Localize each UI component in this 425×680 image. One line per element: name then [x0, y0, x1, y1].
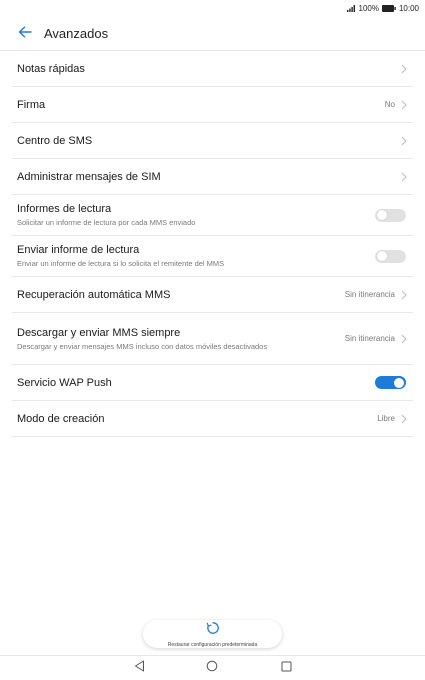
navigation-bar: [0, 655, 425, 680]
setting-title: Modo de creación: [17, 412, 105, 425]
setting-enviar-informe[interactable]: Enviar informe de lectura Enviar un info…: [12, 236, 413, 277]
battery-percent: 100%: [358, 4, 379, 13]
setting-value: Libre: [377, 414, 395, 423]
status-bar: 100% 10:00: [0, 0, 425, 17]
setting-title: Descargar y enviar MMS siempre: [17, 326, 181, 339]
setting-informes-lectura[interactable]: Informes de lectura Solicitar un informe…: [12, 195, 413, 236]
signal-icon: [346, 5, 356, 12]
enviar-informe-toggle[interactable]: [375, 249, 406, 263]
setting-descargar-mms[interactable]: Descargar y enviar MMS siempre Descargar…: [12, 313, 413, 365]
setting-value: Sin itinerancia: [344, 290, 395, 299]
nav-home-button[interactable]: [205, 659, 219, 677]
setting-title: Administrar mensajes de SIM: [17, 170, 161, 183]
setting-centro-sms[interactable]: Centro de SMS: [12, 123, 413, 159]
arrow-left-icon: [18, 25, 32, 43]
back-triangle-icon: [134, 659, 145, 677]
setting-value: Sin itinerancia: [344, 334, 395, 343]
setting-firma[interactable]: Firma No: [12, 87, 413, 123]
setting-subtitle: Solicitar un informe de lectura por cada…: [17, 218, 196, 227]
restore-defaults-label: Restaurar configuración predeterminada: [167, 641, 258, 648]
chevron-right-icon: [401, 172, 407, 182]
informes-lectura-toggle[interactable]: [375, 208, 406, 222]
toggle-knob: [377, 210, 387, 220]
clock: 10:00: [398, 4, 419, 13]
restore-defaults-button[interactable]: Restaurar configuración predeterminada: [143, 620, 282, 648]
toggle-knob: [394, 377, 404, 388]
settings-list: Notas rápidas Firma No Centro de SMS Adm…: [0, 51, 425, 437]
chevron-right-icon: [401, 334, 407, 344]
page-title: Avanzados: [44, 26, 109, 41]
setting-title: Servicio WAP Push: [17, 376, 112, 389]
chevron-right-icon: [401, 136, 407, 146]
setting-wap-push[interactable]: Servicio WAP Push: [12, 365, 413, 401]
toggle-knob: [377, 251, 387, 261]
setting-title: Recuperación automática MMS: [17, 288, 171, 301]
setting-title: Centro de SMS: [17, 134, 93, 147]
setting-title: Informes de lectura: [17, 203, 112, 215]
home-circle-icon: [206, 659, 218, 677]
setting-title: Firma: [17, 98, 46, 111]
setting-title: Enviar informe de lectura: [17, 244, 140, 256]
recents-square-icon: [281, 659, 292, 677]
nav-recents-button[interactable]: [279, 661, 293, 675]
setting-subtitle: Descargar y enviar mensajes MMS incluso …: [17, 341, 268, 351]
setting-recuperacion-mms[interactable]: Recuperación automática MMS Sin itineran…: [12, 277, 413, 313]
setting-value: No: [384, 100, 395, 109]
nav-back-button[interactable]: [132, 659, 146, 677]
chevron-right-icon: [401, 290, 407, 300]
restore-icon: [206, 621, 220, 640]
chevron-right-icon: [401, 64, 407, 74]
chevron-right-icon: [401, 100, 407, 110]
setting-administrar-sim[interactable]: Administrar mensajes de SIM: [12, 159, 413, 195]
setting-modo-creacion[interactable]: Modo de creación Libre: [12, 401, 413, 437]
battery-icon: [381, 5, 396, 12]
setting-title: Notas rápidas: [17, 62, 85, 75]
chevron-right-icon: [401, 414, 407, 424]
setting-notas-rapidas[interactable]: Notas rápidas: [12, 51, 413, 87]
wap-push-toggle[interactable]: [375, 376, 406, 389]
back-button[interactable]: [15, 24, 35, 44]
setting-subtitle: Enviar un informe de lectura si lo solic…: [17, 259, 225, 268]
app-bar: Avanzados: [0, 17, 425, 51]
